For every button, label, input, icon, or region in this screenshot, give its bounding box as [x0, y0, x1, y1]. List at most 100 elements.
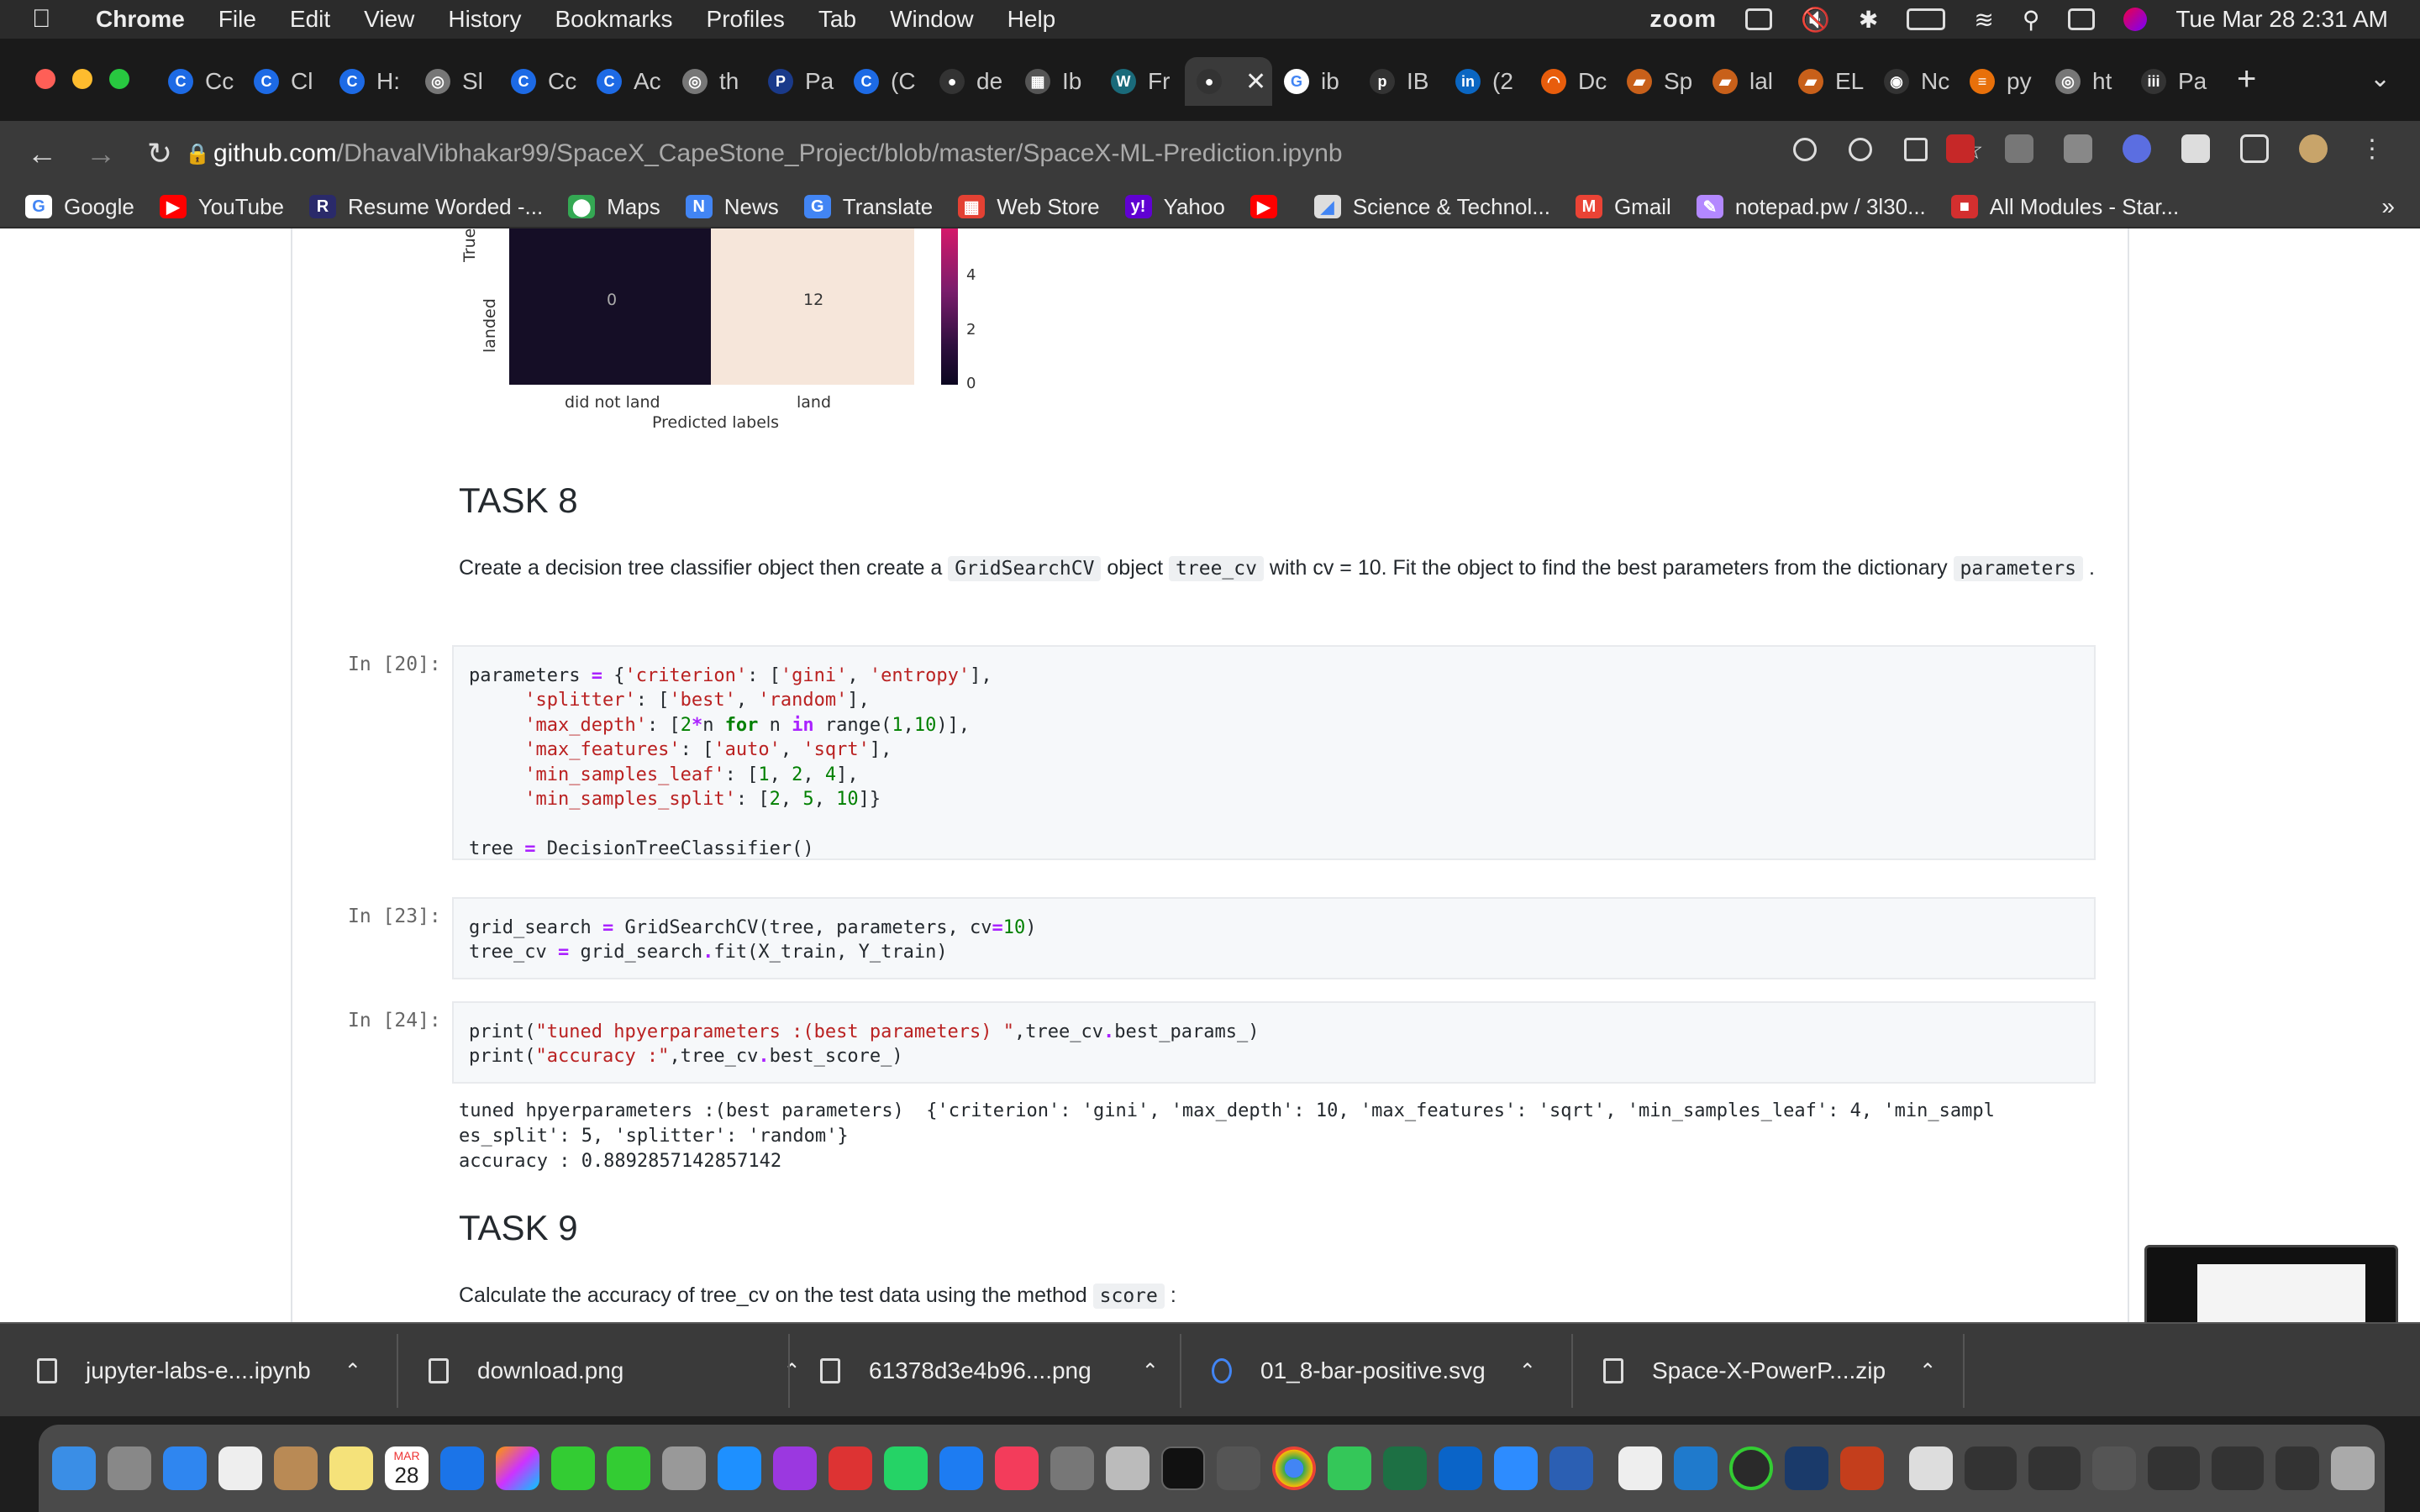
- extension-icon[interactable]: [2005, 134, 2033, 163]
- chevron-up-icon[interactable]: ⌃: [783, 1359, 800, 1383]
- tp-extension-icon[interactable]: [1946, 134, 1975, 163]
- trash-icon[interactable]: [2331, 1446, 2375, 1490]
- download-item[interactable]: download.png ⌃: [429, 1324, 800, 1418]
- tab[interactable]: ◎ Sl: [413, 57, 499, 106]
- window-thumbnail[interactable]: [2148, 1446, 2200, 1490]
- code-cell-24[interactable]: print("tuned hpyerparameters :(best para…: [452, 1001, 2096, 1084]
- quicktime-icon[interactable]: [662, 1446, 706, 1490]
- apple-menu-icon[interactable]: : [32, 5, 69, 34]
- numbers-icon[interactable]: [1328, 1446, 1371, 1490]
- close-tab-icon[interactable]: ✕: [1245, 67, 1266, 97]
- whatsapp-icon[interactable]: [884, 1446, 928, 1490]
- window-thumbnail[interactable]: [2212, 1446, 2264, 1490]
- menu-history[interactable]: History: [448, 6, 521, 33]
- lock-icon[interactable]: 🔒: [185, 142, 213, 166]
- bookmark-item[interactable]: ✎ notepad.pw / 3l30...: [1696, 194, 1926, 220]
- bookmark-item[interactable]: ◢ Science & Technol...: [1313, 194, 1550, 220]
- tab[interactable]: C H:: [328, 57, 413, 106]
- tab[interactable]: P Pa: [756, 57, 842, 106]
- menubar-clock[interactable]: Tue Mar 28 2:31 AM: [2175, 6, 2388, 33]
- tab[interactable]: ● de: [928, 57, 1013, 106]
- app-store-icon[interactable]: [440, 1446, 484, 1490]
- tab[interactable]: ▰ EL: [1786, 57, 1872, 106]
- tab[interactable]: W Fr: [1099, 57, 1185, 106]
- window-thumbnail[interactable]: [2028, 1446, 2081, 1490]
- profile-avatar[interactable]: [2299, 134, 2328, 163]
- wireshark-icon[interactable]: [1785, 1446, 1828, 1490]
- zoom-page-icon[interactable]: [1793, 138, 1817, 161]
- share-icon[interactable]: [1904, 138, 1928, 161]
- menu-bookmarks[interactable]: Bookmarks: [555, 6, 672, 33]
- forward-button[interactable]: →: [84, 136, 118, 171]
- podcasts-icon[interactable]: [773, 1446, 817, 1490]
- music-icon[interactable]: [995, 1446, 1039, 1490]
- back-button[interactable]: ←: [25, 136, 59, 171]
- calculator-icon[interactable]: [1217, 1446, 1260, 1490]
- chevron-up-icon[interactable]: ⌃: [345, 1359, 361, 1383]
- download-item[interactable]: 01_8-bar-positive.svg ⌃: [1212, 1324, 1536, 1418]
- menu-view[interactable]: View: [364, 6, 414, 33]
- messages-icon[interactable]: [607, 1446, 650, 1490]
- calendar-icon[interactable]: MAR 28: [385, 1446, 429, 1490]
- notes-icon[interactable]: [329, 1446, 373, 1490]
- wifi-icon[interactable]: ≋: [1974, 6, 1993, 34]
- menu-file[interactable]: File: [218, 6, 256, 33]
- tab[interactable]: p IB: [1358, 57, 1444, 106]
- word-icon[interactable]: [1549, 1446, 1593, 1490]
- bookmark-item[interactable]: ⬤ Maps: [568, 194, 660, 220]
- bookmark-item[interactable]: G Translate: [803, 194, 933, 220]
- tab[interactable]: ◠ Dc: [1529, 57, 1615, 106]
- app-store-icon[interactable]: [939, 1446, 983, 1490]
- performance-icon[interactable]: [1849, 138, 1872, 161]
- launchpad-icon[interactable]: [108, 1446, 151, 1490]
- tab[interactable]: ◉ Nc: [1872, 57, 1958, 106]
- chevron-up-icon[interactable]: ⌃: [1519, 1359, 1536, 1383]
- control-center-icon[interactable]: [2068, 8, 2096, 30]
- tab[interactable]: ▰ lal: [1701, 57, 1786, 106]
- spotlight-search-icon[interactable]: ⚲: [2023, 6, 2040, 34]
- mail-icon[interactable]: [163, 1446, 207, 1490]
- bookmark-item[interactable]: ▦ Web Store: [958, 194, 1100, 220]
- textedit-icon[interactable]: [1618, 1446, 1662, 1490]
- siri-icon[interactable]: [2123, 8, 2148, 31]
- contacts-icon[interactable]: [274, 1446, 318, 1490]
- download-item[interactable]: jupyter-labs-e....ipynb ⌃: [37, 1324, 361, 1418]
- zoom-app-icon[interactable]: [1494, 1446, 1538, 1490]
- tab[interactable]: iii Pa: [2129, 57, 2215, 106]
- screen-mirror-icon[interactable]: [1745, 8, 1773, 30]
- finder-icon[interactable]: [52, 1446, 96, 1490]
- tab[interactable]: C Cc: [156, 57, 242, 106]
- activity-icon[interactable]: [1729, 1446, 1773, 1490]
- extension-icon[interactable]: [2123, 134, 2151, 163]
- system-settings-icon[interactable]: [1050, 1446, 1094, 1490]
- bookmark-item[interactable]: ■ All Modules - Star...: [1950, 194, 2179, 220]
- bookmark-item[interactable]: y! Yahoo: [1124, 194, 1225, 220]
- new-tab-button[interactable]: +: [2237, 60, 2256, 98]
- photo-booth-icon[interactable]: [829, 1446, 872, 1490]
- tab[interactable]: ▦ Ib: [1013, 57, 1099, 106]
- zoom-status-icon[interactable]: zoom: [1649, 6, 1717, 34]
- battery-icon[interactable]: [1907, 8, 1946, 30]
- tab[interactable]: C (C: [842, 57, 928, 106]
- tab[interactable]: Gib: [1272, 57, 1358, 106]
- facetime-icon[interactable]: [551, 1446, 595, 1490]
- download-item[interactable]: Space-X-PowerP....zip ⌃: [1603, 1324, 1936, 1418]
- tab-search-chevron-icon[interactable]: ⌄: [2370, 64, 2391, 93]
- mute-icon[interactable]: 🔇: [1801, 6, 1830, 34]
- extension-icon[interactable]: [2064, 134, 2092, 163]
- outlook-icon[interactable]: [1439, 1446, 1482, 1490]
- tab[interactable]: ◎ ht: [2044, 57, 2129, 106]
- code-cell-20[interactable]: parameters = {'criterion': ['gini', 'ent…: [452, 645, 2096, 860]
- mission-control-icon[interactable]: [218, 1446, 262, 1490]
- tab[interactable]: in (2: [1444, 57, 1529, 106]
- terminal-icon[interactable]: [1161, 1446, 1205, 1490]
- window-thumbnail[interactable]: [1965, 1446, 2017, 1490]
- tab[interactable]: C Ac: [585, 57, 671, 106]
- photos-icon[interactable]: [496, 1446, 539, 1490]
- preview-icon[interactable]: [1106, 1446, 1150, 1490]
- bookmark-item[interactable]: N News: [685, 194, 779, 220]
- chrome-menu-icon[interactable]: ⋮: [2358, 134, 2386, 163]
- bookmark-item[interactable]: G Google: [25, 194, 134, 220]
- reload-button[interactable]: ↻: [143, 136, 176, 171]
- menu-profiles[interactable]: Profiles: [707, 6, 785, 33]
